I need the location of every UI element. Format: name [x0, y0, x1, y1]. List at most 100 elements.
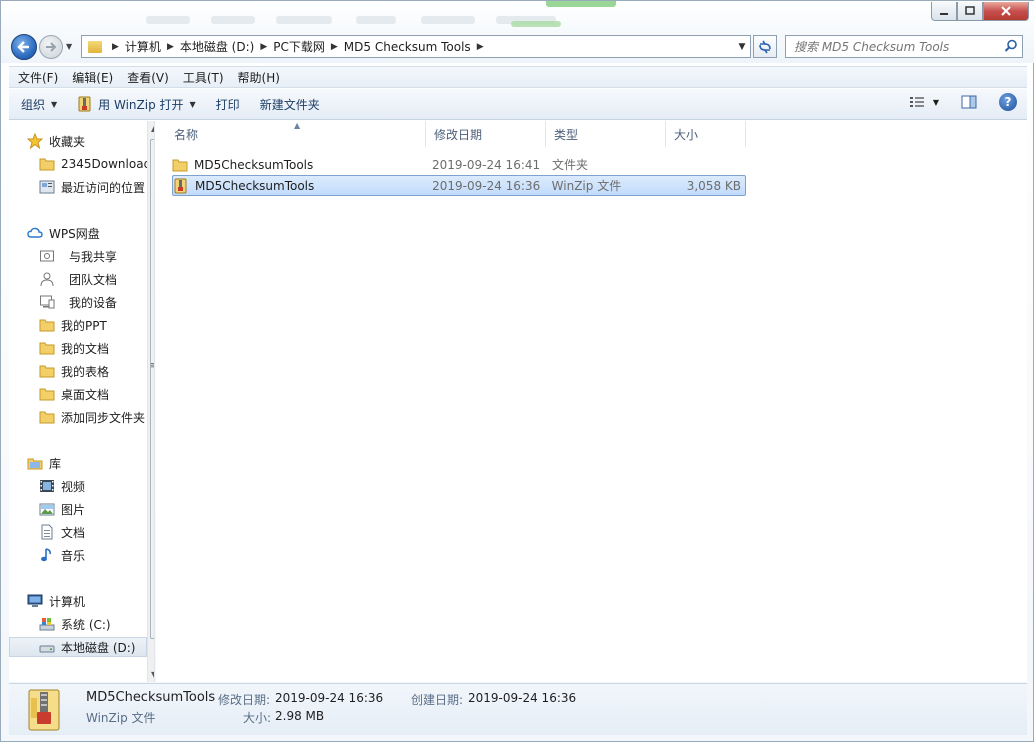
address-bar[interactable]: ▶ 计算机 ▶ 本地磁盘 (D:) ▶ PC下载网 ▶ MD5 Checksum…: [81, 35, 751, 58]
recent-places-icon: [39, 180, 55, 194]
scroll-thumb[interactable]: [150, 139, 154, 639]
winzip-icon: [78, 96, 91, 112]
sidebar-item-drive-c[interactable]: 系统 (C:): [39, 614, 154, 634]
sidebar-label: 与我共享: [69, 249, 118, 264]
file-type: 文件夹: [552, 158, 589, 172]
history-dropdown-icon[interactable]: ▼: [66, 42, 72, 51]
maximize-button[interactable]: [957, 2, 983, 21]
sidebar-label: 文档: [61, 525, 86, 540]
file-row-selected[interactable]: MD5ChecksumTools 2019-09-24 16:36 WinZip…: [172, 175, 746, 196]
sidebar-item-pictures[interactable]: 图片: [39, 499, 154, 519]
sidebar-label: 系统 (C:): [61, 617, 111, 632]
sidebar-label: 视频: [61, 479, 86, 494]
sidebar-item-music[interactable]: 音乐: [39, 545, 154, 565]
back-button[interactable]: [11, 34, 37, 60]
breadcrumb-computer[interactable]: 计算机: [125, 38, 161, 55]
menu-file[interactable]: 文件(F): [9, 69, 63, 86]
organize-button[interactable]: 组织 ▼: [13, 92, 65, 116]
drive-icon: [39, 645, 55, 653]
column-label: 大小: [674, 127, 699, 142]
folder-icon: [39, 388, 55, 401]
chevron-right-icon[interactable]: ▶: [167, 42, 174, 52]
scroll-up-icon[interactable]: ▲: [151, 124, 154, 133]
background-accent: [511, 21, 561, 27]
sidebar-item-add-sync-folder[interactable]: 添加同步文件夹: [39, 407, 154, 427]
file-name: MD5ChecksumTools: [194, 157, 314, 172]
sidebar-item-team-docs[interactable]: 团队文档: [39, 269, 154, 289]
column-header-name[interactable]: 名称 ▲: [156, 121, 426, 147]
breadcrumb-current[interactable]: MD5 Checksum Tools: [344, 40, 471, 54]
new-folder-button[interactable]: 新建文件夹: [252, 92, 328, 116]
chevron-right-icon[interactable]: ▶: [260, 42, 267, 52]
sidebar-item-my-docs[interactable]: 我的文档: [39, 338, 154, 358]
sidebar-label: 我的PPT: [61, 318, 107, 333]
sidebar-item-shared-with-me[interactable]: 与我共享: [39, 246, 154, 266]
folder-icon: [39, 319, 55, 332]
sidebar-item-2345downloads[interactable]: 2345Downloads: [39, 154, 154, 174]
sidebar-label: 本地磁盘 (D:): [61, 640, 136, 655]
sidebar-item-my-ppt[interactable]: 我的PPT: [39, 315, 154, 335]
system-drive-icon: [39, 618, 55, 631]
sidebar-favorites[interactable]: 收藏夹: [27, 131, 154, 151]
refresh-icon: [759, 40, 771, 53]
chevron-right-icon[interactable]: ▶: [331, 42, 338, 52]
sidebar-label: 我的文档: [61, 341, 110, 356]
sidebar-item-desktop-docs[interactable]: 桌面文档: [39, 384, 154, 404]
breadcrumb-pc-download[interactable]: PC下载网: [273, 38, 325, 55]
close-button[interactable]: [983, 2, 1029, 21]
sidebar-item-documents[interactable]: 文档: [39, 522, 154, 542]
column-header-type[interactable]: 类型: [546, 121, 666, 147]
view-details-icon[interactable]: [909, 95, 925, 109]
computer-icon: [27, 594, 43, 607]
menu-edit[interactable]: 编辑(E): [63, 69, 118, 86]
column-label: 名称: [174, 127, 199, 142]
video-icon: [40, 480, 54, 492]
menu-view[interactable]: 查看(V): [118, 69, 174, 86]
cloud-icon: [27, 227, 43, 238]
open-with-winzip-button[interactable]: 用 WinZip 打开 ▼: [69, 92, 204, 116]
team-icon: [40, 272, 54, 287]
sidebar-label: 桌面文档: [61, 387, 110, 402]
search-icon[interactable]: [1004, 39, 1018, 53]
explorer-window: ▼ ▶ 计算机 ▶ 本地磁盘 (D:) ▶ PC下载网 ▶ MD5 Checks…: [0, 0, 1034, 742]
refresh-button[interactable]: [753, 35, 777, 58]
open-with-label: 用 WinZip 打开: [98, 97, 184, 112]
forward-button[interactable]: [39, 35, 63, 59]
breadcrumb-drive-d[interactable]: 本地磁盘 (D:): [180, 38, 254, 55]
column-header-date[interactable]: 修改日期: [426, 121, 546, 147]
arrow-left-icon: [17, 41, 29, 53]
menu-tools[interactable]: 工具(T): [174, 69, 229, 86]
details-created-label: 创建日期:: [411, 693, 464, 707]
menu-help[interactable]: 帮助(H): [229, 69, 285, 86]
sidebar-item-videos[interactable]: 视频: [39, 476, 154, 496]
file-size: 3,058 KB: [686, 178, 741, 193]
print-button[interactable]: 打印: [208, 92, 248, 116]
file-list: 名称 ▲ 修改日期 类型 大小 MD5ChecksumTools 2019-09…: [156, 121, 1027, 682]
sidebar-wps[interactable]: WPS网盘: [27, 223, 154, 243]
details-size-label: 大小:: [243, 711, 272, 725]
help-icon[interactable]: ?: [999, 93, 1017, 111]
file-row[interactable]: MD5ChecksumTools 2019-09-24 16:41 文件夹: [172, 154, 746, 175]
details-file-name: MD5ChecksumTools: [86, 690, 216, 705]
sidebar-library[interactable]: 库: [27, 453, 154, 473]
scroll-down-icon[interactable]: ▼: [151, 670, 154, 679]
sidebar-item-drive-d[interactable]: 本地磁盘 (D:): [9, 637, 147, 657]
search-box[interactable]: [785, 35, 1023, 58]
minimize-button[interactable]: [931, 2, 957, 21]
chevron-right-icon[interactable]: ▶: [112, 42, 119, 52]
column-header-size[interactable]: 大小: [666, 121, 746, 147]
file-name-cell: MD5ChecksumTools: [172, 157, 432, 173]
library-icon: [27, 458, 43, 470]
sidebar-scrollbar[interactable]: ▲ ≡ ▼: [147, 121, 154, 682]
view-dropdown-icon[interactable]: ▼: [933, 98, 939, 107]
search-input[interactable]: [794, 39, 994, 54]
sidebar-computer[interactable]: 计算机: [27, 591, 154, 611]
details-pane: MD5ChecksumTools WinZip 文件 修改日期: 2019-09…: [9, 683, 1027, 735]
sidebar-item-recent[interactable]: 最近访问的位置: [39, 177, 154, 197]
column-label: 类型: [554, 127, 579, 142]
sidebar-item-my-devices[interactable]: 我的设备: [39, 292, 154, 312]
sidebar-item-my-sheets[interactable]: 我的表格: [39, 361, 154, 381]
address-dropdown-icon[interactable]: ▼: [734, 42, 750, 52]
preview-pane-icon[interactable]: [961, 95, 977, 109]
chevron-right-icon[interactable]: ▶: [477, 42, 484, 52]
